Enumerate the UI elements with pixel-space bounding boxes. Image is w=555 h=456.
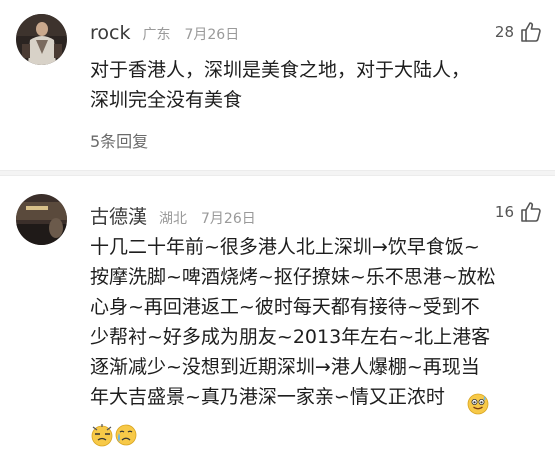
comment-line: 按摩洗脚~啤酒烧烤~抠仔撩妹~乐不思港~放松 [90,266,496,288]
comment-date: 7月26日 [201,211,256,227]
like-button[interactable]: 28 [495,20,543,44]
comment-line: 十几二十年前~很多港人北上深圳→饮早食饭~ [90,236,480,258]
like-count: 16 [494,203,514,221]
username[interactable]: 古德漢 [90,202,147,229]
like-button[interactable]: 16 [495,200,543,224]
user-location: 广东 [142,27,171,43]
username[interactable]: rock [90,22,130,44]
grinning-sweat-emoji [467,393,489,415]
like-count: 28 [494,23,514,41]
comment-line: 年大吉盛景~真乃港深一家亲∽情又正浓时 [90,386,445,408]
comment-text: 对于香港人，深圳是美食之地，对于大陆人， 深圳完全没有美食 [90,55,470,115]
thumbs-up-icon [521,22,541,42]
avatar-photo [16,194,67,245]
comment-line: 心身~再回港返工~彼时每天都有接待~受到不 [90,296,480,318]
comment-item: rock 广东 7月26日 28 对于香港人，深圳是美食之地，对于大陆人， 深圳… [0,0,555,170]
comment-line: 深圳完全没有美食 [90,89,243,111]
user-avatar[interactable] [16,194,67,245]
comment-line: 对于香港人，深圳是美食之地，对于大陆人， [90,59,471,81]
comment-line: 逐渐减少~没想到近期深圳→港人爆棚~再现当 [90,356,480,378]
view-replies-link[interactable]: 5条回复 [90,128,148,152]
avatar-photo [16,14,67,65]
user-avatar[interactable] [16,14,67,65]
thumbs-up-icon [521,202,541,222]
comment-text: 十几二十年前~很多港人北上深圳→饮早食饭~ 按摩洗脚~啤酒烧烤~抠仔撩妹~乐不思… [90,232,496,412]
dizzy-face-emoji [91,424,113,447]
comment-line: 少帮衬~好多成为朋友~2013年左右~北上港客 [90,326,491,348]
comment-date: 7月26日 [184,27,240,43]
comment-item: 古德漢 湖北 7月26日 16 十几二十年前~很多港人北上深圳→饮早食饭~ 按摩… [0,176,555,456]
user-location: 湖北 [159,211,188,227]
crying-face-emoji [115,424,137,446]
